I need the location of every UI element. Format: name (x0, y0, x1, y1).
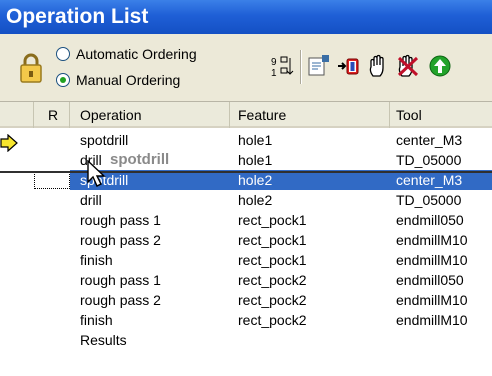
manual-ordering-option[interactable]: Manual Ordering (56, 72, 180, 88)
manual-ordering-radio[interactable] (56, 73, 70, 87)
table-row[interactable]: spotdrill hole1 center_M3 (0, 130, 492, 150)
tool-cell: endmillM10 (396, 312, 468, 328)
tool-cell: endmill050 (396, 272, 464, 288)
operation-cell: rough pass 2 (80, 292, 161, 308)
feature-cell: hole2 (238, 192, 273, 208)
feature-cell: rect_pock2 (238, 272, 307, 288)
table-row[interactable]: drill hole1 TD_05000 (0, 150, 492, 170)
tool-cell: center_M3 (396, 170, 492, 190)
table-row[interactable]: rough pass 2 rect_pock1 endmillM10 (0, 230, 492, 250)
header-r[interactable]: R (34, 102, 70, 128)
automatic-ordering-label: Automatic Ordering (76, 46, 197, 62)
drop-indicator-line (0, 171, 492, 173)
feature-cell: rect_pock2 (238, 312, 307, 328)
operation-cell: drill (80, 192, 102, 208)
svg-text:1: 1 (271, 68, 277, 78)
operation-cell: spotdrill (80, 132, 129, 148)
table-row[interactable]: finish rect_pock2 endmillM10 (0, 310, 492, 330)
operation-cell: Results (80, 332, 127, 348)
header-feature[interactable]: Feature (230, 102, 390, 128)
properties-icon[interactable] (306, 54, 330, 78)
insert-position-arrow-icon (0, 134, 18, 152)
focus-rectangle (34, 171, 70, 189)
toolbar-separator (300, 50, 302, 84)
lock-icon[interactable] (18, 52, 44, 84)
manual-ordering-label: Manual Ordering (76, 72, 181, 88)
table-row[interactable]: drill hole2 TD_05000 (0, 190, 492, 210)
svg-text:9: 9 (271, 57, 277, 68)
automatic-ordering-radio[interactable] (56, 47, 70, 61)
operation-cell: rough pass 1 (80, 212, 161, 228)
hand-icon[interactable] (366, 54, 390, 78)
feature-cell: hole1 (238, 152, 273, 168)
toolbar: Automatic Ordering Manual Ordering 9 1 (0, 34, 492, 102)
feature-cell: hole1 (238, 132, 273, 148)
table-row[interactable]: rough pass 1 rect_pock2 endmill050 (0, 270, 492, 290)
operation-cell: rough pass 2 (80, 232, 161, 248)
table-row-selected[interactable]: spotdrill hole2 center_M3 (0, 170, 492, 190)
go-icon[interactable] (428, 54, 452, 78)
feature-cell: rect_pock2 (238, 292, 307, 308)
header-operation[interactable]: Operation (70, 102, 230, 128)
operation-cell: finish (80, 252, 113, 268)
header-blank (0, 102, 34, 128)
automatic-ordering-option[interactable]: Automatic Ordering (56, 46, 197, 62)
feature-cell: rect_pock1 (238, 232, 307, 248)
window-title: Operation List (0, 0, 492, 34)
feature-cell: hole2 (238, 170, 388, 190)
operation-cell: rough pass 1 (80, 272, 161, 288)
table-header: R Operation Feature Tool (0, 102, 492, 128)
mouse-pointer-icon (87, 160, 106, 187)
tool-cell: TD_05000 (396, 192, 462, 208)
table-row[interactable]: rough pass 1 rect_pock1 endmill050 (0, 210, 492, 230)
sort-icon[interactable]: 9 1 (270, 54, 294, 78)
table-row[interactable]: Results (0, 330, 492, 350)
tool-cell: endmillM10 (396, 252, 468, 268)
tool-cell: endmillM10 (396, 232, 468, 248)
tool-cell: endmillM10 (396, 292, 468, 308)
feature-cell: rect_pock1 (238, 212, 307, 228)
header-tool[interactable]: Tool (390, 102, 492, 128)
move-icon[interactable] (336, 54, 360, 78)
delete-icon[interactable] (396, 54, 420, 78)
drag-ghost-label: spotdrill (110, 151, 170, 168)
tool-cell: endmill050 (396, 212, 464, 228)
tool-cell: TD_05000 (396, 152, 462, 168)
feature-cell: rect_pock1 (238, 252, 307, 268)
table-row[interactable]: rough pass 2 rect_pock2 endmillM10 (0, 290, 492, 310)
table-row[interactable]: finish rect_pock1 endmillM10 (0, 250, 492, 270)
tool-cell: center_M3 (396, 132, 463, 148)
operation-cell: finish (80, 312, 113, 328)
